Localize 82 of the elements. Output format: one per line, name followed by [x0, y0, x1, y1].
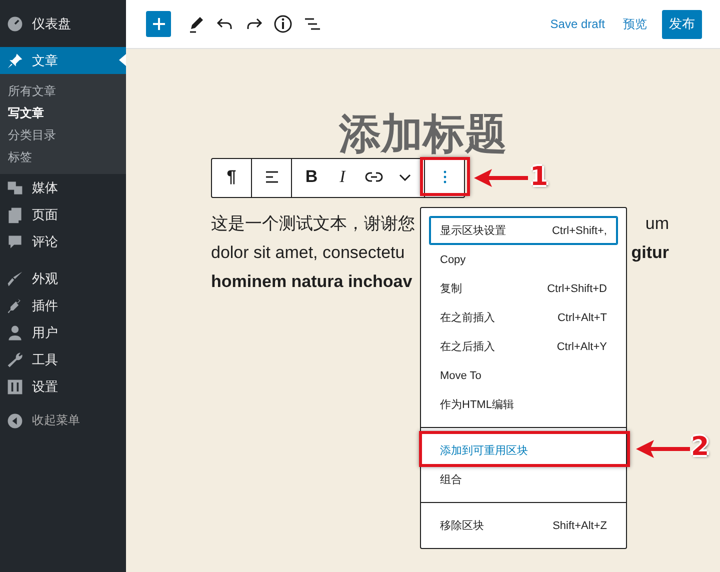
- menu-item-label: 在之后插入: [440, 340, 495, 354]
- paragraph-text: dolor sit amet, consectetu: [211, 242, 405, 264]
- submenu-item[interactable]: 分类目录: [0, 124, 126, 146]
- sidebar-label: 工具: [32, 350, 58, 368]
- italic-button[interactable]: I: [327, 159, 358, 195]
- pages-icon: [6, 206, 24, 224]
- menu-item-label: Move To: [440, 370, 482, 382]
- sidebar-item[interactable]: 外观: [0, 265, 126, 292]
- info-icon[interactable]: [273, 14, 293, 34]
- paragraph-button[interactable]: ¶: [216, 159, 247, 195]
- chevron-down-icon: [398, 174, 410, 180]
- user-icon: [6, 324, 24, 342]
- publish-button[interactable]: 发布: [662, 10, 702, 38]
- menu-item[interactable]: Copy: [429, 245, 618, 274]
- sidebar-label: 仪表盘: [32, 14, 71, 32]
- sidebar-item[interactable]: 媒体: [0, 174, 126, 201]
- menu-item[interactable]: 作为HTML编辑: [429, 390, 618, 419]
- shortcut-text: Ctrl+Alt+Y: [556, 340, 607, 352]
- menu-item-label: 在之前插入: [440, 310, 495, 325]
- menu-item[interactable]: 复制 Ctrl+Shift+D: [429, 274, 618, 303]
- menu-item[interactable]: 移除区块 Shift+Alt+Z: [429, 511, 618, 540]
- menu-item-label: 移除区块: [440, 519, 484, 533]
- wrench-icon: [6, 350, 24, 368]
- sidebar-item[interactable]: 用户: [0, 319, 126, 346]
- collapse-menu-button[interactable]: 收起菜单: [0, 407, 126, 434]
- title-placeholder[interactable]: 添加标题: [126, 108, 720, 160]
- menu-item[interactable]: 显示区块设置 Ctrl+Shift+,: [429, 216, 618, 245]
- shortcut-text: Shift+Alt+Z: [552, 520, 607, 532]
- sidebar-item[interactable]: 文章: [0, 47, 126, 74]
- menu-item-label: 组合: [440, 473, 462, 487]
- menu-item[interactable]: 在之后插入 Ctrl+Alt+Y: [429, 332, 618, 361]
- sidebar-item[interactable]: 插件: [0, 292, 126, 319]
- sidebar-label: 外观: [32, 270, 58, 288]
- sidebar-label: 评论: [32, 232, 58, 250]
- sidebar-item[interactable]: 页面: [0, 201, 126, 228]
- menu-item[interactable]: 在之前插入 Ctrl+Alt+T: [429, 303, 618, 332]
- add-block-button[interactable]: [146, 11, 171, 37]
- paragraph-text: gitur: [631, 242, 669, 264]
- save-draft-link[interactable]: Save draft: [550, 17, 605, 31]
- media-icon: [6, 178, 24, 196]
- sidebar-label: 收起菜单: [32, 412, 80, 429]
- submenu-item[interactable]: 标签: [0, 146, 126, 168]
- collapse-icon: [6, 412, 24, 430]
- brush-icon: [6, 270, 24, 288]
- sidebar-label: 用户: [32, 324, 58, 342]
- preview-link[interactable]: 预览: [623, 16, 647, 32]
- plus-icon: [152, 17, 166, 31]
- sidebar-item[interactable]: 评论: [0, 228, 126, 255]
- submenu-item[interactable]: 所有文章: [0, 80, 126, 102]
- gauge-icon: [6, 14, 24, 32]
- shortcut-text: Ctrl+Shift+D: [547, 282, 607, 294]
- sidebar-item[interactable]: 设置: [0, 373, 126, 400]
- paragraph-text: hominem natura inchoav: [211, 271, 412, 293]
- menu-item-label: 添加到可重用区块: [440, 444, 528, 458]
- highlight-frame: [420, 157, 470, 196]
- sidebar-label: 插件: [32, 296, 58, 314]
- menu-item-label: Copy: [440, 254, 466, 266]
- sidebar-label: 页面: [32, 206, 58, 224]
- pin-icon: [6, 52, 24, 70]
- sidebar-item[interactable]: 工具: [0, 346, 126, 373]
- sidebar-item[interactable]: 仪表盘: [0, 10, 126, 37]
- submenu-item[interactable]: 写文章: [0, 102, 126, 124]
- menu-item-label: 显示区块设置: [440, 224, 506, 238]
- callout-number: 1: [530, 162, 548, 192]
- bold-button[interactable]: B: [296, 159, 327, 195]
- callout-number: 2: [691, 432, 710, 462]
- sidebar-label: 文章: [32, 52, 58, 70]
- menu-item-label: 作为HTML编辑: [440, 398, 514, 412]
- callout-arrow: [474, 168, 528, 188]
- sidebar-label: 设置: [32, 378, 58, 396]
- menu-item-label: 复制: [440, 282, 462, 296]
- menu-item[interactable]: 组合: [429, 465, 618, 494]
- comment-icon: [6, 232, 24, 250]
- sidebar-label: 媒体: [32, 178, 58, 196]
- vertical-dots-icon: [442, 169, 446, 185]
- paragraph-text: 这是一个测试文本，谢谢您: [211, 213, 415, 235]
- menu-item[interactable]: Move To: [429, 361, 618, 390]
- shortcut-text: Ctrl+Shift+,: [552, 224, 607, 236]
- menu-item[interactable]: 添加到可重用区块: [429, 436, 618, 465]
- shortcut-text: Ctrl+Alt+T: [557, 312, 607, 324]
- paragraph-text: um: [645, 213, 669, 235]
- callout-arrow: [636, 439, 690, 459]
